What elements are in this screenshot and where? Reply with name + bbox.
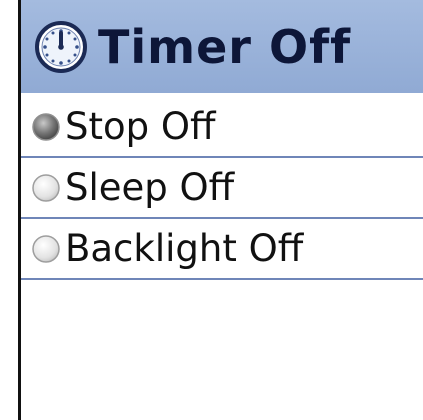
radio-selected-icon[interactable] [31, 112, 61, 142]
option-backlight-off[interactable]: Backlight Off [21, 219, 423, 280]
radio-unselected-icon[interactable] [31, 234, 61, 264]
radio-unselected-icon[interactable] [31, 173, 61, 203]
option-label: Stop Off [65, 105, 216, 148]
timer-off-screen: Timer Off Stop Off Sleep Off Backlight O… [18, 0, 423, 420]
screen-title: Timer Off [98, 19, 352, 74]
option-sleep-off[interactable]: Sleep Off [21, 158, 423, 219]
option-stop-off[interactable]: Stop Off [21, 97, 423, 158]
screen-header: Timer Off [21, 0, 423, 93]
clock-icon [35, 20, 87, 73]
option-label: Backlight Off [65, 227, 304, 270]
empty-list-area [21, 280, 423, 420]
option-label: Sleep Off [65, 166, 235, 209]
